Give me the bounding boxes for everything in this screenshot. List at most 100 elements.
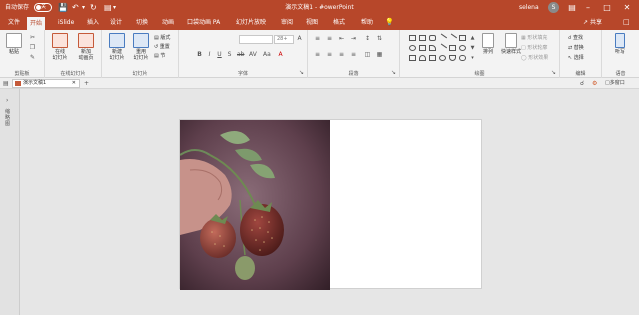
strawberry-photo[interactable] (180, 120, 330, 290)
increase-indent-icon[interactable]: ⇥ (350, 36, 357, 42)
shape-effects-button[interactable]: ◯ 形状效果 (521, 54, 548, 62)
numbering-icon[interactable]: ≡ (326, 36, 333, 42)
copy-icon[interactable]: ❐ (29, 45, 36, 51)
rounded-rect-shape-icon[interactable] (429, 35, 436, 41)
justify-icon[interactable]: ≡ (350, 52, 357, 58)
close-icon[interactable]: ✕ (620, 0, 634, 15)
rectangle-shape-icon[interactable] (409, 35, 416, 41)
strikethrough-icon[interactable]: ab (237, 52, 245, 58)
reset-button[interactable]: ↺ 重置 (154, 43, 170, 51)
new-slide-button[interactable]: 新建 幻灯片 (104, 33, 130, 61)
line-shape-icon[interactable] (437, 33, 448, 43)
new-anim-page-button[interactable]: 新加 动画页 (73, 33, 99, 61)
arrow-shape-icon[interactable] (447, 33, 458, 43)
rect4-shape-icon[interactable] (449, 45, 456, 51)
gallery-more-icon[interactable]: ▾ (469, 55, 476, 61)
bent-shape-icon[interactable] (429, 45, 436, 51)
minimize-icon[interactable]: – (581, 0, 595, 15)
columns-icon[interactable]: ◫ (364, 52, 371, 58)
tab-review[interactable]: 审阅 (278, 15, 296, 30)
maximize-icon[interactable]: □ (600, 0, 614, 15)
layout-button[interactable]: ▤ 版式 (154, 34, 170, 42)
underline-icon[interactable]: U (216, 52, 223, 58)
dictate-button[interactable]: 听写 (607, 33, 633, 55)
rect2-shape-icon[interactable] (459, 35, 466, 41)
comment-icon[interactable]: □ (620, 15, 633, 30)
change-case-icon[interactable]: Aa (263, 52, 271, 58)
shadow-icon[interactable]: S (226, 52, 233, 58)
tab-design[interactable]: 设计 (107, 15, 125, 30)
shape-fill-button[interactable]: ▦ 形状填充 (521, 34, 547, 42)
find-button[interactable]: ☌ 查找 (568, 34, 583, 42)
slide[interactable] (179, 119, 482, 290)
customize-icon[interactable]: ▤ (104, 0, 112, 15)
tab-islide[interactable]: iSlide (55, 15, 77, 30)
search-icon[interactable]: ☌ (580, 78, 584, 89)
arc-shape-icon[interactable] (419, 55, 426, 61)
line-spacing-icon[interactable]: ↕ (364, 36, 371, 42)
tab-home[interactable]: 开始 (27, 17, 46, 30)
char-spacing-icon[interactable]: AV (249, 52, 257, 58)
curve-shape-icon[interactable] (439, 55, 446, 61)
multi-window-button[interactable]: □多窗口 (605, 78, 625, 89)
brace-shape-icon[interactable] (459, 55, 466, 61)
ribbon-options-icon[interactable]: ▤ (565, 0, 579, 15)
text-direction-icon[interactable]: ⇅ (376, 36, 383, 42)
rect3-shape-icon[interactable] (419, 45, 426, 51)
rect5-shape-icon[interactable] (409, 55, 416, 61)
user-name[interactable]: selena (519, 0, 539, 15)
arrange-button[interactable]: 排列 (478, 33, 498, 55)
settings-icon[interactable]: ⚙ (592, 78, 597, 89)
customize-dropdown-icon[interactable]: ▾ (113, 0, 116, 15)
tab-animations[interactable]: 动画 (159, 15, 177, 30)
tab-pocket-animation[interactable]: 口袋动画 PA (184, 15, 223, 30)
tab-file[interactable]: 文件 (5, 15, 23, 30)
rect6-shape-icon[interactable] (429, 55, 436, 61)
document-tab[interactable]: 演示文稿1 ✕ (12, 79, 80, 88)
paste-button[interactable]: 粘贴 (1, 33, 27, 55)
bracket-shape-icon[interactable] (449, 55, 456, 61)
grow-font-icon[interactable]: A (296, 36, 303, 42)
oval-shape-icon[interactable] (409, 45, 416, 51)
line2-shape-icon[interactable] (437, 43, 448, 53)
save-icon[interactable]: 💾 (58, 0, 68, 15)
new-tab-icon[interactable]: + (84, 78, 89, 89)
decrease-indent-icon[interactable]: ⇤ (338, 36, 345, 42)
textbox-shape-icon[interactable] (419, 35, 426, 41)
gallery-down-icon[interactable]: ▼ (469, 45, 476, 51)
bold-icon[interactable]: B (196, 52, 203, 58)
bullets-icon[interactable]: ≡ (314, 36, 321, 42)
tab-slideshow[interactable]: 幻灯片放映 (233, 15, 269, 30)
section-button[interactable]: ▤ 节 (154, 52, 165, 60)
tab-format[interactable]: 格式 (330, 15, 348, 30)
replace-button[interactable]: ⇄ 替换 (568, 44, 584, 52)
autosave-toggle[interactable]: 关 (34, 3, 52, 12)
reuse-slide-button[interactable]: 重用 幻灯片 (128, 33, 154, 61)
format-painter-icon[interactable]: ✎ (29, 55, 36, 61)
tab-help[interactable]: 帮助 (358, 15, 376, 30)
shape-outline-button[interactable]: □ 形状轮廓 (521, 44, 547, 52)
tab-insert[interactable]: 插入 (84, 15, 102, 30)
tab-view[interactable]: 视图 (303, 15, 321, 30)
italic-icon[interactable]: I (206, 52, 213, 58)
doc-menu-icon[interactable]: ▤ (3, 78, 9, 89)
font-color-icon[interactable]: A (277, 52, 284, 58)
font-name-select[interactable] (239, 35, 273, 44)
expand-pane-icon[interactable]: › (6, 97, 8, 104)
align-center-icon[interactable]: ≡ (326, 52, 333, 58)
circle-shape-icon[interactable] (459, 45, 466, 51)
undo-icon[interactable]: ↶ (72, 0, 79, 15)
avatar[interactable]: S (548, 2, 559, 13)
align-left-icon[interactable]: ≡ (314, 52, 321, 58)
share-button[interactable]: ↗ 共享 (583, 18, 602, 27)
close-tab-icon[interactable]: ✕ (72, 80, 76, 87)
lightbulb-icon[interactable]: 💡 (382, 15, 397, 30)
select-button[interactable]: ↖ 选择 (568, 54, 584, 62)
online-slides-button[interactable]: 在线 幻灯片 (47, 33, 73, 61)
redo-icon[interactable]: ↻ (90, 0, 97, 15)
undo-dropdown-icon[interactable]: ▾ (82, 0, 85, 15)
cut-icon[interactable]: ✂ (29, 35, 36, 41)
smartart-icon[interactable]: ▦ (376, 52, 383, 58)
tab-transitions[interactable]: 切换 (133, 15, 151, 30)
gallery-up-icon[interactable]: ▲ (469, 35, 476, 41)
